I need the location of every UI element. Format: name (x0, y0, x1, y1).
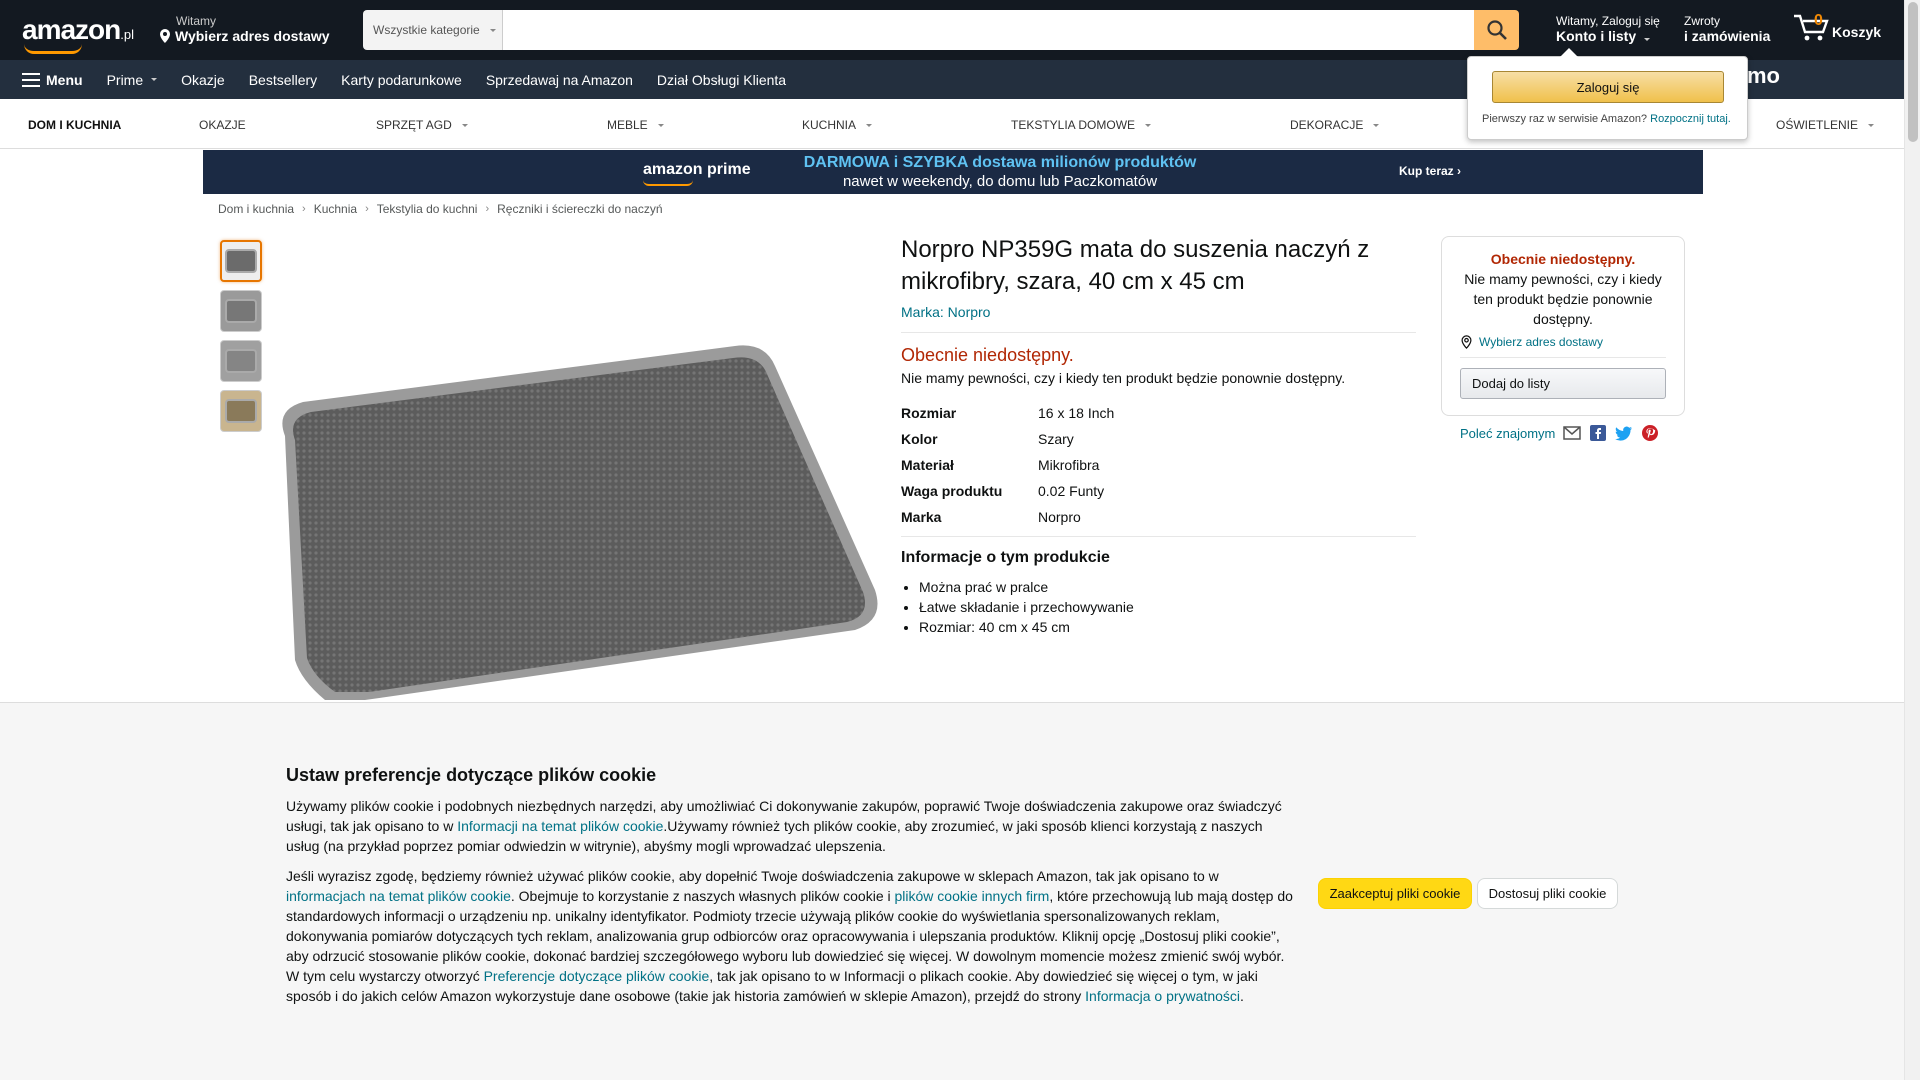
category-meble[interactable]: MEBLE (607, 118, 664, 132)
cart-label: Koszyk (1832, 24, 1882, 40)
signin-flyout: Zaloguj się Pierwszy raz w serwisie Amaz… (1467, 48, 1748, 140)
nav-obsluga[interactable]: Dział Obsługi Klienta (645, 72, 798, 88)
new-customer: Pierwszy raz w serwisie Amazon? Rozpoczn… (1482, 113, 1731, 125)
cookie-paragraph-2: Jeśli wyrazisz zgodę, będziemy również u… (286, 868, 1293, 1004)
facebook-icon[interactable] (1589, 424, 1607, 442)
product-title: Norpro NP359G mata do suszenia naczyń z … (901, 236, 1370, 295)
search-icon (1486, 20, 1507, 40)
category-kuchnia[interactable]: KUCHNIA (802, 118, 873, 132)
share-row: Poleć znajomym (1460, 424, 1659, 442)
search-button[interactable] (1474, 10, 1519, 50)
breadcrumb-item[interactable]: Ręczniki i ściereczki do naczyń (497, 202, 662, 216)
buybox-note: Nie mamy pewności, czy i kiedy ten produ… (1464, 271, 1662, 327)
prime-banner[interactable]: amazon prime DARMOWA i SZYBKA dostawa mi… (203, 150, 1703, 194)
image-thumbnails (220, 240, 264, 440)
cookie-info-link[interactable]: informacjach na temat plików cookie (286, 888, 511, 904)
banner-subline: nawet w weekendy, do domu lub Paczkomató… (842, 173, 1158, 190)
breadcrumb-item[interactable]: Dom i kuchnia (218, 202, 294, 216)
breadcrumb-item[interactable]: Tekstylia do kuchni (377, 202, 478, 216)
list-item: Łatwe składanie i przechowywanie (919, 597, 1416, 617)
privacy-notice-link[interactable]: Informacja o prywatności (1085, 988, 1240, 1004)
banner-headline: DARMOWA i SZYBKA dostawa milionów produk… (803, 154, 1197, 171)
accept-cookies-button[interactable]: Zaakceptuj pliki cookie (1318, 878, 1472, 909)
nav-sprzedawaj[interactable]: Sprzedawaj na Amazon (474, 72, 645, 88)
start-here-link[interactable]: Rozpocznij tutaj. (1650, 113, 1731, 125)
spec-row: Kolor Szary (901, 431, 1074, 447)
category-dom-kuchnia[interactable]: DOM I KUCHNIA (28, 118, 121, 132)
twitter-icon[interactable] (1615, 424, 1633, 442)
availability-note: Nie mamy pewności, czy i kiedy ten produ… (901, 370, 1346, 386)
availability-status: Obecnie niedostępny. (901, 345, 1074, 365)
product-main-image[interactable] (265, 340, 885, 700)
pinterest-icon[interactable] (1641, 424, 1659, 442)
cart-icon (1794, 14, 1829, 41)
thumbnail-3[interactable] (220, 340, 262, 382)
breadcrumb-item[interactable]: Kuchnia (314, 202, 357, 216)
search-category-select[interactable]: Wszystkie kategorie (363, 10, 503, 50)
scrollbar-thumb[interactable] (1908, 2, 1918, 142)
deliver-to[interactable]: Witamy Wybierz adres dostawy (158, 14, 330, 44)
spec-table: Rozmiar 16 x 18 Inch Kolor Szary Materiał M… (901, 400, 1416, 530)
category-okazje[interactable]: OKAZJE (199, 118, 246, 132)
list-item: Można prać w pralce (919, 577, 1416, 597)
customize-cookies-button[interactable]: Dostosuj pliki cookie (1477, 878, 1618, 909)
nav-prime[interactable]: Prime (95, 72, 170, 88)
cookie-paragraph-1: Używamy plików cookie i podobnych niezbę… (286, 798, 1282, 854)
buybox-address[interactable]: Wybierz adres dostawy (1460, 335, 1666, 349)
search-bar: Wszystkie kategorie (363, 10, 1519, 50)
breadcrumb: Dom i kuchnia › Kuchnia › Tekstylia do k… (218, 202, 663, 216)
menu-button[interactable]: Menu (22, 72, 95, 88)
about-heading: Informacje o tym produkcie (901, 549, 1110, 566)
cookie-info-link[interactable]: Informacji na temat plików cookie (457, 818, 663, 834)
thumbnail-2[interactable] (220, 290, 262, 332)
spec-row: Waga produktu 0.02 Funty (901, 483, 1105, 499)
location-pin-icon (1461, 335, 1472, 349)
nav-karty[interactable]: Karty podarunkowe (329, 72, 474, 88)
location-pin-icon (160, 29, 170, 43)
cookie-heading: Ustaw preferencje dotyczące plików cooki… (286, 765, 657, 785)
cart-count: 0 (1814, 12, 1823, 29)
cookie-preferences-link[interactable]: Preferencje dotyczące plików cookie (484, 968, 710, 984)
cart[interactable]: 0 Koszyk (1792, 12, 1881, 42)
prime-logo: amazon prime (643, 161, 751, 178)
returns-orders[interactable]: Zwroty i zamówienia (1684, 14, 1770, 44)
spec-row: Materiał Mikrofibra (901, 457, 1100, 473)
scrollbar[interactable] (1904, 0, 1920, 1080)
add-to-list-button[interactable]: Dodaj do listy (1460, 368, 1666, 399)
thumbnail-4[interactable] (220, 390, 262, 432)
cookie-consent-panel: Ustaw preferencje dotyczące plików cooki… (0, 702, 1904, 1080)
feature-bullets: Można prać w pralce Łatwe składanie i pr… (901, 577, 1416, 637)
buy-box: Obecnie niedostępny. Nie mamy pewności, … (1441, 236, 1685, 416)
account-lists[interactable]: Witamy, Zaloguj się Konto i listy (1556, 14, 1660, 44)
email-icon[interactable] (1563, 424, 1582, 442)
top-navbar: amazon.pl Witamy Wybierz adres dostawy W… (0, 0, 1920, 60)
nav-bestsellery[interactable]: Bestsellery (237, 72, 329, 88)
nav-okazje[interactable]: Okazje (169, 72, 237, 88)
hamburger-icon (22, 72, 40, 87)
category-dekoracje[interactable]: DEKORACJE (1290, 118, 1380, 132)
thumbnail-1[interactable] (220, 240, 262, 282)
third-party-cookies-link[interactable]: plików cookie innych firm (895, 888, 1050, 904)
banner-cta[interactable]: Kup teraz › (1399, 164, 1461, 178)
category-oswietlenie[interactable]: OŚWIETLENIE (1776, 118, 1875, 132)
amazon-logo[interactable]: amazon.pl (22, 14, 134, 54)
category-tekstylia[interactable]: TEKSTYLIA DOMOWE (1011, 118, 1152, 132)
spec-row: Rozmiar 16 x 18 Inch (901, 405, 1115, 421)
brand-link[interactable]: Marka: Norpro (901, 304, 1416, 320)
category-sprzet-agd[interactable]: SPRZĘT AGD (376, 118, 468, 132)
spec-row: Marka Norpro (901, 509, 1081, 525)
signin-button[interactable]: Zaloguj się (1492, 71, 1724, 103)
product-details: Norpro NP359G mata do suszenia naczyń z … (901, 234, 1416, 637)
search-input[interactable] (503, 10, 1474, 50)
share-link[interactable]: Poleć znajomym (1460, 426, 1555, 441)
list-item: Rozmiar: 40 cm x 45 cm (919, 617, 1416, 637)
buybox-status: Obecnie niedostępny. (1490, 251, 1636, 267)
